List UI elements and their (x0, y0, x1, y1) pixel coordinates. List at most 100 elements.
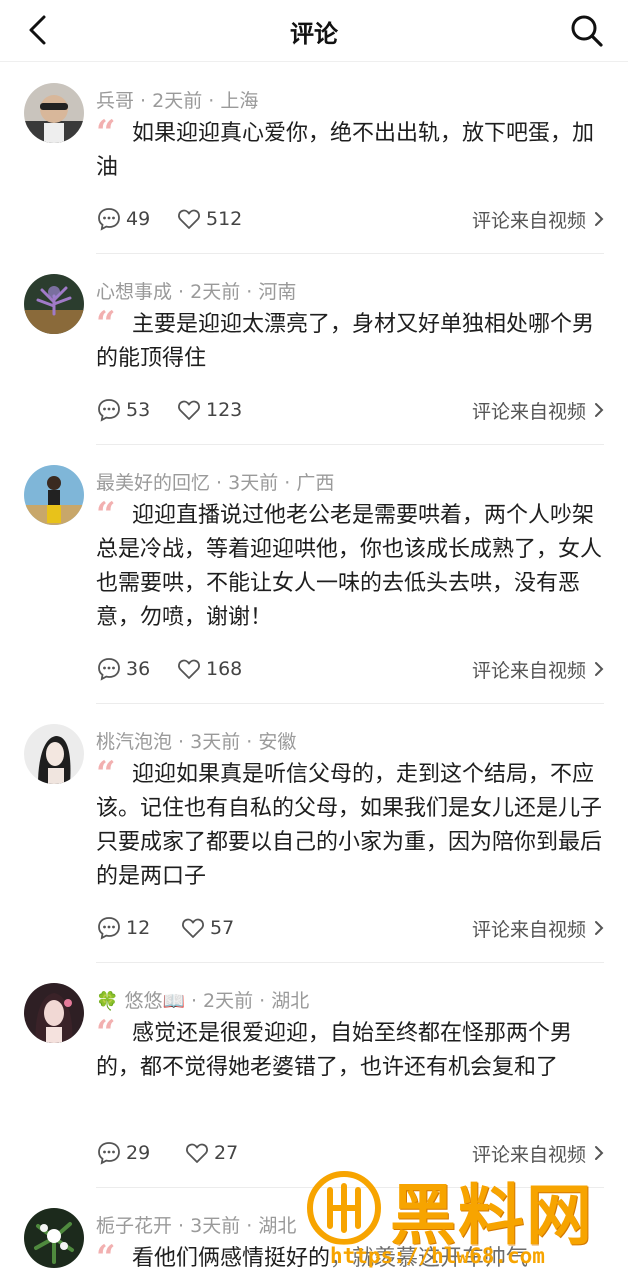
comment-meta: 兵哥 · 2天前 · 上海 (96, 90, 259, 112)
quote-icon: “ (96, 495, 116, 535)
top-bar: 评论 (0, 0, 628, 62)
source-link[interactable]: 评论来自视频 (472, 204, 604, 234)
comment-item: 🍀 悠悠📖 · 2天前 · 湖北 “感觉还是很爱迎迎，自始至终都在怪那两个男的，… (0, 963, 628, 1188)
like-count: 57 (210, 917, 235, 939)
username[interactable]: 悠悠 (124, 990, 162, 1012)
avatar[interactable] (24, 465, 84, 525)
page-title: 评论 (290, 20, 338, 48)
comment-item: 心想事成 · 2天前 · 河南 “主要是迎迎太漂亮了，身材又好单独相处哪个男的能… (0, 254, 628, 445)
comment-meta: 栀子花开 · 3天前 · 湖北 (96, 1215, 297, 1237)
reply-count: 12 (126, 917, 151, 939)
comment-item: 栀子花开 · 3天前 · 湖北 “看他们俩感情挺好的，就羡慕这开车帅气 (0, 1188, 628, 1278)
clover-icon: 🍀 (96, 991, 119, 1012)
like-button[interactable]: 168 (176, 654, 242, 684)
comment-location: 上海 (220, 90, 259, 112)
search-button[interactable] (568, 12, 606, 50)
reply-count: 29 (126, 1142, 151, 1164)
comment-actions: 12 57 评论来自视频 (96, 913, 608, 943)
chevron-right-icon (595, 662, 604, 676)
comment-location: 安徽 (258, 731, 297, 753)
comment-time: 3天前 (228, 472, 279, 494)
heart-icon (178, 209, 200, 229)
book-icon: 📖 (162, 991, 185, 1012)
comment-text: “主要是迎迎太漂亮了，身材又好单独相处哪个男的能顶得住 (96, 304, 595, 371)
reply-count: 49 (126, 208, 151, 230)
avatar[interactable] (24, 274, 84, 334)
comment-time: 2天前 (152, 90, 203, 112)
like-count: 168 (206, 658, 243, 680)
username[interactable]: 心想事成 (96, 281, 172, 303)
comment-location: 河南 (258, 281, 297, 303)
comment-text: “看他们俩感情挺好的，就羡慕这开车帅气 (96, 1242, 529, 1276)
heart-icon (182, 918, 204, 938)
avatar[interactable] (24, 983, 84, 1043)
comment-meta: 桃汽泡泡 · 3天前 · 安徽 (96, 731, 297, 753)
username[interactable]: 栀子花开 (96, 1215, 172, 1237)
avatar[interactable] (24, 83, 84, 143)
comment-list: 兵哥 · 2天前 · 上海 “如果迎迎真心爱你，绝不出出轨，放下吧蛋，加油 49… (0, 63, 628, 1278)
username[interactable]: 最美好的回忆 (96, 472, 210, 494)
reply-button[interactable]: 36 (96, 654, 150, 684)
source-link[interactable]: 评论来自视频 (472, 1138, 604, 1168)
quote-icon: “ (96, 304, 116, 344)
source-link[interactable]: 评论来自视频 (472, 395, 604, 425)
like-button[interactable]: 27 (184, 1138, 238, 1168)
reply-button[interactable]: 12 (96, 913, 150, 943)
source-link[interactable]: 评论来自视频 (472, 913, 604, 943)
reply-count: 53 (126, 399, 151, 421)
reply-count: 36 (126, 658, 151, 680)
username[interactable]: 桃汽泡泡 (96, 731, 172, 753)
quote-icon: “ (96, 1013, 116, 1053)
chevron-right-icon (595, 212, 604, 226)
comment-bubble-icon (98, 917, 120, 940)
comment-time: 3天前 (190, 731, 241, 753)
chevron-right-icon (595, 403, 604, 417)
comment-text: “迎迎如果真是听信父母的，走到这个结局，不应该。记住也有自私的父母，如果我们是女… (96, 754, 603, 889)
comment-actions: 36 168 评论来自视频 (96, 654, 608, 684)
comment-bubble-icon (98, 658, 120, 681)
comment-time: 2天前 (190, 281, 241, 303)
comment-item: 最美好的回忆 · 3天前 · 广西 “迎迎直播说过他老公老是需要哄着，两个人吵架… (0, 445, 628, 704)
comment-item: 桃汽泡泡 · 3天前 · 安徽 “迎迎如果真是听信父母的，走到这个结局，不应该。… (0, 704, 628, 963)
chevron-right-icon (595, 921, 604, 935)
comment-actions: 49 512 评论来自视频 (96, 204, 608, 234)
source-link[interactable]: 评论来自视频 (472, 654, 604, 684)
avatar[interactable] (24, 724, 84, 784)
like-button[interactable]: 123 (176, 395, 242, 425)
reply-button[interactable]: 53 (96, 395, 150, 425)
reply-button[interactable]: 49 (96, 204, 150, 234)
heart-icon (186, 1143, 208, 1163)
comment-bubble-icon (98, 1142, 120, 1165)
like-button[interactable]: 512 (176, 204, 242, 234)
like-count: 512 (206, 208, 243, 230)
comment-text: “如果迎迎真心爱你，绝不出出轨，放下吧蛋，加油 (96, 113, 595, 180)
comment-time: 3天前 (190, 1215, 241, 1237)
comment-text: “感觉还是很爱迎迎，自始至终都在怪那两个男的，都不觉得她老婆错了，也许还有机会复… (96, 1013, 573, 1080)
comment-location: 湖北 (258, 1215, 297, 1237)
quote-icon: “ (96, 1242, 116, 1276)
comment-meta: 最美好的回忆 · 3天前 · 广西 (96, 472, 335, 494)
heart-icon (178, 400, 200, 420)
comment-location: 广西 (296, 472, 335, 494)
like-count: 27 (214, 1142, 239, 1164)
comment-actions: 53 123 评论来自视频 (96, 395, 608, 425)
comment-meta: 心想事成 · 2天前 · 河南 (96, 281, 297, 303)
comment-bubble-icon (98, 399, 120, 422)
search-icon (571, 15, 603, 47)
quote-icon: “ (96, 754, 116, 794)
comment-location: 湖北 (271, 990, 310, 1012)
comment-item: 兵哥 · 2天前 · 上海 “如果迎迎真心爱你，绝不出出轨，放下吧蛋，加油 49… (0, 63, 628, 254)
reply-button[interactable]: 29 (96, 1138, 150, 1168)
comment-meta: 🍀 悠悠📖 · 2天前 · 湖北 (96, 990, 310, 1012)
comment-actions: 29 27 评论来自视频 (96, 1138, 608, 1168)
like-count: 123 (206, 399, 243, 421)
comment-text: “迎迎直播说过他老公老是需要哄着，两个人吵架总是冷战，等着迎迎哄他，你也该成长成… (96, 495, 603, 630)
comment-bubble-icon (98, 208, 120, 231)
like-button[interactable]: 57 (180, 913, 234, 943)
username[interactable]: 兵哥 (96, 90, 134, 112)
avatar[interactable] (24, 1208, 84, 1268)
quote-icon: “ (96, 113, 116, 153)
chevron-right-icon (595, 1146, 604, 1160)
comment-time: 2天前 (203, 990, 254, 1012)
heart-icon (178, 659, 200, 679)
